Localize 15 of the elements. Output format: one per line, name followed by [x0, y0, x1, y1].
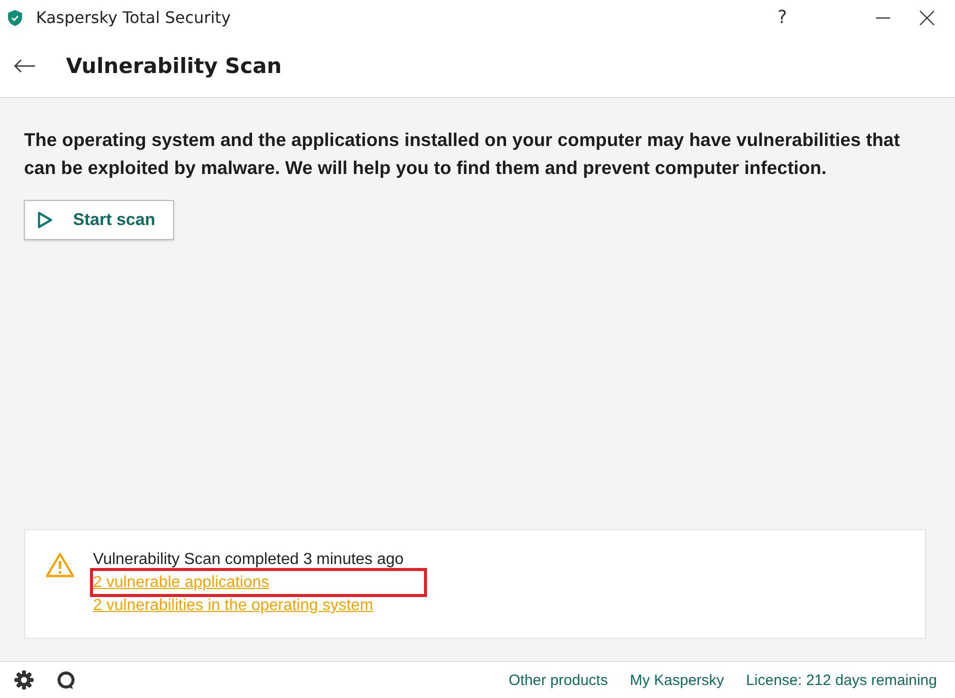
page-title: Vulnerability Scan	[66, 54, 282, 78]
footer-link[interactable]: Other products	[508, 672, 608, 688]
description-text: The operating system and the applications installed on your computer may have vulnerabilities that can be exploited by malware. We will help you to find them and prevent computer infection.	[24, 128, 901, 180]
help-button[interactable]: ?	[777, 7, 787, 28]
close-icon[interactable]	[919, 10, 935, 26]
settings-icon[interactable]	[14, 670, 34, 690]
shield-icon	[8, 10, 22, 26]
footer-link[interactable]: My Kaspersky	[630, 672, 724, 688]
window-title: Kaspersky Total Security	[36, 8, 231, 27]
start-scan-button[interactable]: Start scan	[24, 200, 174, 240]
play-icon	[37, 211, 53, 229]
back-arrow-icon[interactable]	[14, 59, 36, 73]
warning-icon	[45, 552, 75, 578]
footer-link[interactable]: License: 212 days remaining	[746, 672, 937, 688]
scan-status-text: Vulnerability Scan completed 3 minutes ago	[93, 550, 405, 570]
